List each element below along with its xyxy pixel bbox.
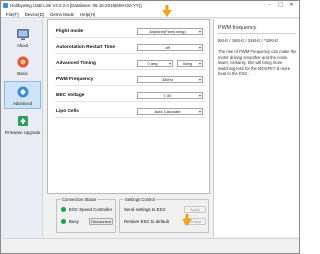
setting-row-flight-mode: Flight mode Airplane(Fixed wing) xyxy=(55,26,205,38)
menu-demo-mode[interactable]: Demo Mode xyxy=(47,10,77,17)
sidebar: About Basic Advanced Firmware Upgrade xyxy=(2,19,43,237)
menu-bar: File(F) Device(D) Demo Mode Help(H) xyxy=(1,10,299,18)
autorotation-select[interactable]: off xyxy=(137,44,203,51)
setting-row-advanced-timing: Advanced Timing 0 deg 0deg xyxy=(55,58,205,70)
setting-row-lipo-cells: Lipo Cells Auto Calculate xyxy=(55,106,205,118)
setting-row-autorotation: Autorotation Restart Time off xyxy=(55,42,205,54)
basic-icon xyxy=(17,56,28,68)
annotation-arrow-down-icon xyxy=(162,5,172,17)
menu-help[interactable]: Help(H) xyxy=(77,10,98,17)
sidebar-item-basic[interactable]: Basic xyxy=(4,52,41,80)
connection-status-group: Connection Status ESC Speed Controller B… xyxy=(56,197,116,233)
sidebar-item-about[interactable]: About xyxy=(4,24,41,52)
bec-voltage-label: BEC Voltage xyxy=(56,93,85,98)
setting-row-bec-voltage: BEC Voltage 7.4V xyxy=(55,90,205,102)
bec-voltage-select[interactable]: 7.4V xyxy=(137,92,203,99)
sidebar-item-label: Firmware Upgrade xyxy=(4,130,41,135)
pwm-frequency-select[interactable]: 32kHz xyxy=(137,76,203,83)
advanced-timing-secondary-select[interactable]: 0deg xyxy=(177,60,203,67)
esc-status-indicator-icon xyxy=(61,207,66,212)
settings-control-title: Settings Control xyxy=(124,197,156,202)
maximize-button[interactable]: □ xyxy=(275,2,286,9)
apply-button[interactable]: Apply xyxy=(184,206,206,213)
esc-status-label: ESC Speed Controller xyxy=(69,207,113,212)
app-logo-icon xyxy=(3,3,8,8)
app-window: Hobbywing USB Link V4.0.2.0 [Database: 0… xyxy=(0,0,300,254)
info-panel: PWM frequency 8KHz / 16KHz / 24KHz / *32… xyxy=(213,19,299,237)
disconnect-button[interactable]: Disconnect xyxy=(89,218,113,225)
close-button[interactable]: ✕ xyxy=(286,2,297,9)
settings-panel: Flight mode Airplane(Fixed wing) Autorot… xyxy=(47,19,210,194)
window-controls: – □ ✕ xyxy=(264,2,297,9)
sidebar-item-advanced[interactable]: Advanced xyxy=(4,81,41,109)
sidebar-item-label: Advanced xyxy=(12,101,33,106)
sidebar-item-label: About xyxy=(16,43,29,48)
info-description: The rise of PWM Frequency can make the m… xyxy=(218,49,297,77)
flight-mode-label: Flight mode xyxy=(56,29,84,34)
menu-file[interactable]: File(F) xyxy=(3,10,22,17)
sidebar-item-label: Basic xyxy=(17,71,28,76)
title-bar: Hobbywing USB Link V4.0.2.0 [Database: 0… xyxy=(1,1,299,10)
advanced-timing-label: Advanced Timing xyxy=(56,61,96,66)
info-divider xyxy=(218,33,296,34)
esc-status: ESC Speed Controller xyxy=(61,207,112,212)
lipo-cells-label: Lipo Cells xyxy=(56,109,79,114)
flight-mode-select[interactable]: Airplane(Fixed wing) xyxy=(137,28,203,35)
window-title: Hobbywing USB Link V4.0.2.0 [Database: 0… xyxy=(10,3,142,8)
about-icon xyxy=(16,29,29,40)
minimize-button[interactable]: – xyxy=(264,2,275,9)
send-settings-label: Send settings to ESC xyxy=(124,207,166,212)
busy-status-label: Busy xyxy=(69,219,79,224)
status-bar xyxy=(2,238,299,253)
connection-status-title: Connection Status xyxy=(61,197,98,202)
annotation-arrow-down-icon xyxy=(182,214,192,226)
busy-status-indicator-icon xyxy=(61,219,66,224)
firmware-upgrade-icon xyxy=(17,116,28,126)
settings-control-group: Settings Control Send settings to ESC Re… xyxy=(119,197,209,233)
lipo-cells-select[interactable]: Auto Calculate xyxy=(137,108,203,115)
advanced-icon xyxy=(17,86,28,98)
sidebar-item-firmware-upgrade[interactable]: Firmware Upgrade xyxy=(4,111,41,139)
info-title: PWM frequency xyxy=(218,25,257,31)
menu-device[interactable]: Device(D) xyxy=(22,10,48,17)
info-options: 8KHz / 16KHz / 24KHz / *32KHz xyxy=(218,38,279,43)
setting-row-pwm-frequency: PWM Frequency 32kHz xyxy=(55,74,205,86)
restore-default-label: Restore ESC to default xyxy=(124,219,169,224)
pwm-frequency-label: PWM Frequency xyxy=(56,77,94,82)
busy-status: Busy xyxy=(61,219,79,224)
advanced-timing-select[interactable]: 0 deg xyxy=(137,60,173,67)
autorotation-label: Autorotation Restart Time xyxy=(56,45,116,50)
